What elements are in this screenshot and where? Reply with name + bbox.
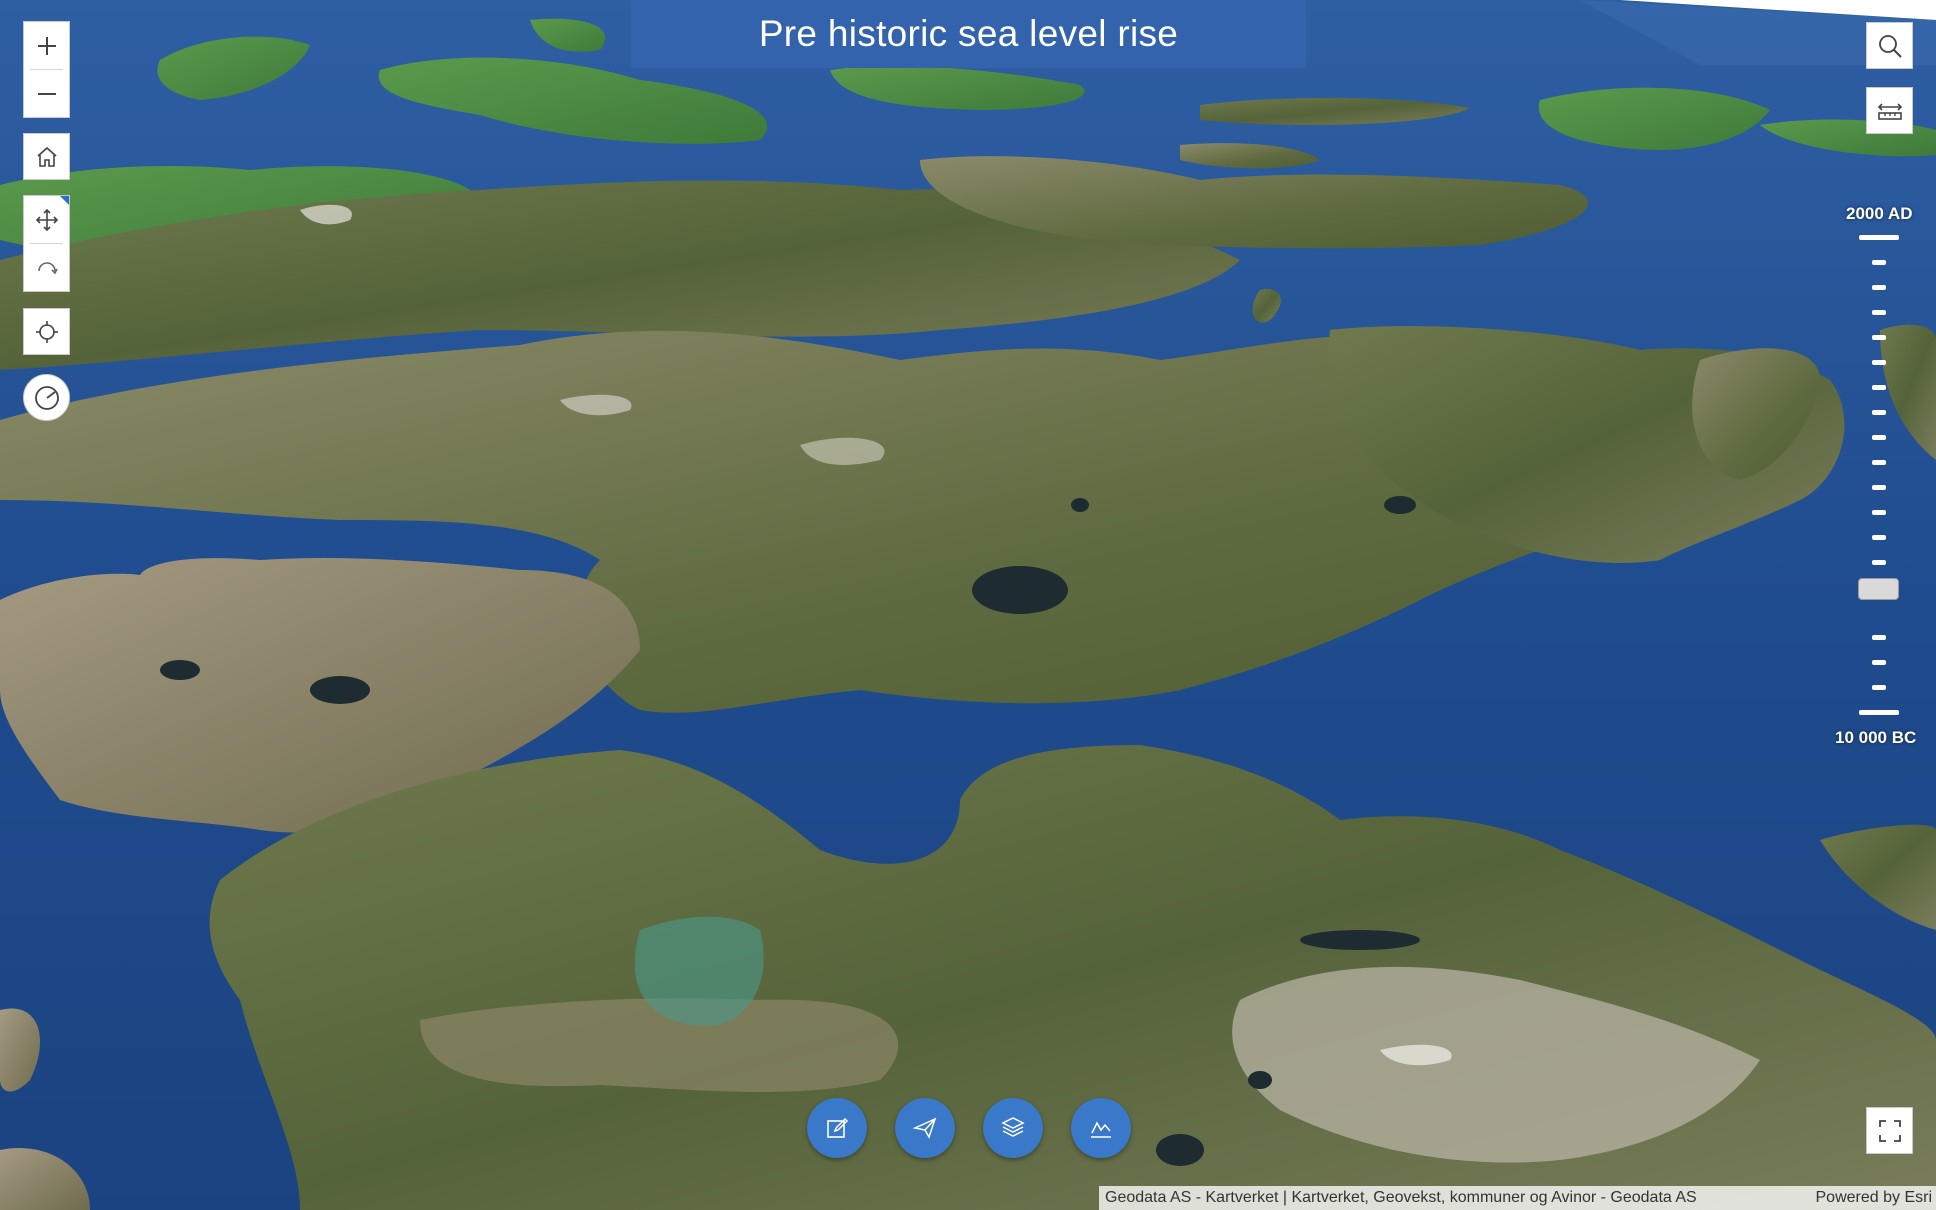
title-banner: Pre historic sea level rise xyxy=(631,0,1306,68)
time-slider-tick xyxy=(1872,360,1886,365)
time-slider-tick xyxy=(1872,460,1886,465)
pan-icon xyxy=(35,208,58,231)
time-slider-tick xyxy=(1872,260,1886,265)
search-button[interactable] xyxy=(1866,22,1913,69)
measure-button[interactable] xyxy=(1866,87,1913,134)
attribution-bar: Geodata AS - Kartverket | Kartverket, Ge… xyxy=(1099,1186,1936,1210)
chart-icon xyxy=(1091,1121,1111,1138)
zoom-out-button[interactable] xyxy=(24,70,69,117)
time-slider-tick xyxy=(1872,285,1886,290)
time-slider-handle[interactable] xyxy=(1858,578,1899,600)
zoom-out-icon xyxy=(37,92,56,95)
time-slider-tick xyxy=(1872,510,1886,515)
time-slider-tick xyxy=(1872,335,1886,340)
measure-icon xyxy=(1877,102,1902,120)
rotate-button[interactable] xyxy=(24,244,69,291)
time-slider-bottom-label: 10 000 BC xyxy=(1835,728,1917,747)
home-icon xyxy=(36,146,57,167)
pan-button[interactable] xyxy=(24,196,69,243)
chart-button[interactable] xyxy=(1071,1098,1131,1158)
zoom-in-icon xyxy=(37,36,56,55)
time-slider-tick xyxy=(1872,685,1886,690)
time-slider-top-label: 2000 AD xyxy=(1846,204,1913,223)
time-slider-tick xyxy=(1872,560,1886,565)
fullscreen-icon xyxy=(1878,1119,1901,1142)
time-slider-tick xyxy=(1859,235,1899,240)
time-slider-tick xyxy=(1872,635,1886,640)
time-slider-tick xyxy=(1872,535,1886,540)
time-slider-tick xyxy=(1872,385,1886,390)
search-icon xyxy=(1878,34,1902,58)
compass-button[interactable] xyxy=(23,374,70,421)
time-slider-tick xyxy=(1872,410,1886,415)
fullscreen-button[interactable] xyxy=(1866,1107,1913,1154)
map-view[interactable] xyxy=(0,0,1936,1210)
time-slider-tick xyxy=(1872,310,1886,315)
home-button[interactable] xyxy=(23,133,70,180)
edit-button[interactable] xyxy=(807,1098,867,1158)
time-slider-tick xyxy=(1872,485,1886,490)
locate-button[interactable] xyxy=(23,308,70,355)
zoom-controls xyxy=(23,21,70,118)
edit-icon xyxy=(827,1117,849,1138)
locate-icon xyxy=(35,320,58,343)
rotate-icon xyxy=(37,261,58,274)
navigation-mode-controls xyxy=(23,195,70,292)
time-slider-tick xyxy=(1859,710,1899,715)
send-button[interactable] xyxy=(895,1098,955,1158)
zoom-in-button[interactable] xyxy=(24,22,69,69)
layers-icon xyxy=(1001,1117,1025,1137)
attribution-text: Geodata AS - Kartverket | Kartverket, Ge… xyxy=(1105,1189,1697,1206)
powered-by-link[interactable]: Powered by Esri xyxy=(1816,1186,1933,1210)
page-title: Pre historic sea level rise xyxy=(758,13,1179,54)
terrain-scene xyxy=(0,0,1936,1210)
compass-icon xyxy=(34,385,59,410)
time-slider-tick xyxy=(1872,435,1886,440)
send-icon xyxy=(912,1117,937,1139)
time-slider-tick xyxy=(1872,660,1886,665)
layers-button[interactable] xyxy=(983,1098,1043,1158)
